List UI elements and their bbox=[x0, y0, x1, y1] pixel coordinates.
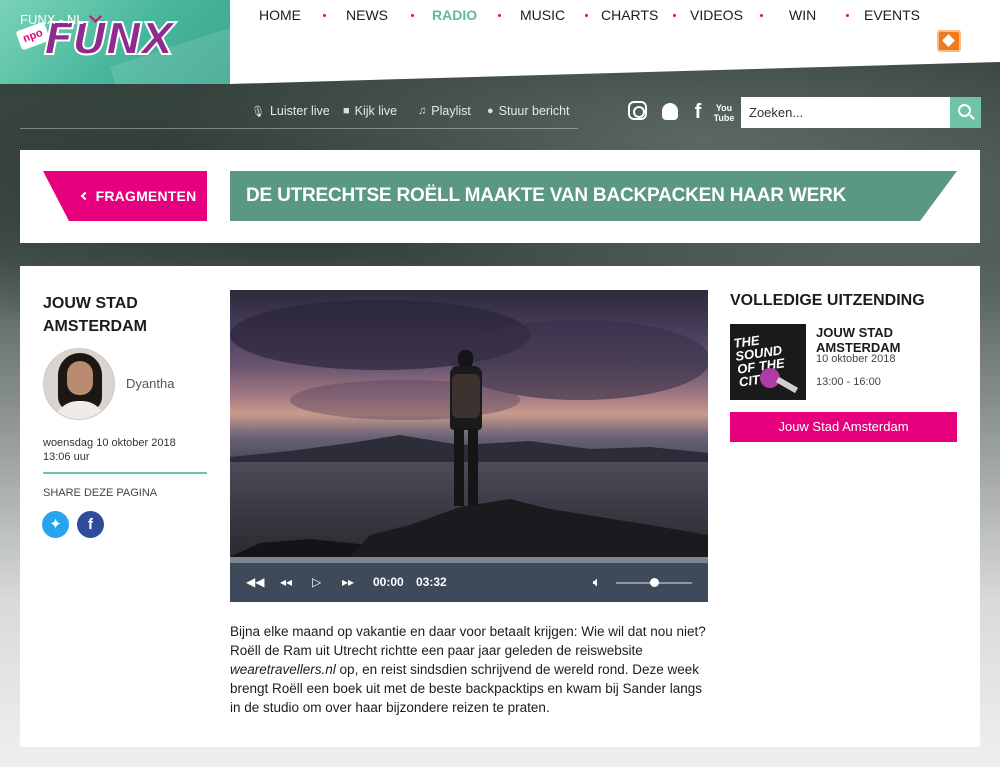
youtube-icon-text-top: You bbox=[715, 103, 733, 113]
npo-start-icon[interactable] bbox=[937, 30, 961, 52]
nav-separator bbox=[846, 0, 849, 30]
nav-separator bbox=[323, 0, 326, 30]
facebook-icon[interactable]: f bbox=[687, 101, 709, 123]
watch-live-label: Kijk live bbox=[354, 104, 398, 118]
nav-events[interactable]: EVENTS bbox=[864, 0, 920, 30]
top-header: npo FUNX HOME NEWS RADIO MUSIC CHARTS VI… bbox=[0, 0, 1000, 84]
publish-date: woensdag 10 oktober 2018 bbox=[43, 437, 176, 449]
nav-videos-label: VIDEOS bbox=[690, 7, 743, 23]
twitter-share-button[interactable]: ✦ bbox=[42, 511, 69, 538]
show-title[interactable]: JOUW STAD AMSTERDAM bbox=[43, 292, 193, 338]
facebook-icon: f bbox=[88, 516, 93, 533]
playlist-label: Playlist bbox=[431, 104, 471, 118]
avatar[interactable] bbox=[43, 348, 115, 420]
content-panel: JOUW STAD AMSTERDAM Dyantha woensdag 10 … bbox=[20, 266, 980, 747]
broadcast-date: 10 oktober 2018 bbox=[816, 353, 896, 365]
duration: 03:32 bbox=[416, 575, 447, 589]
broadcast-thumbnail[interactable]: THE SOUND OF THE CITY bbox=[730, 324, 806, 400]
nav-win[interactable]: WIN bbox=[789, 0, 816, 30]
back-button-label: FRAGMENTEN bbox=[95, 188, 197, 204]
publish-time: 13:06 uur bbox=[43, 451, 90, 463]
nav-separator bbox=[760, 0, 763, 30]
nav-separator bbox=[673, 0, 676, 30]
nav-videos[interactable]: VIDEOS bbox=[690, 0, 743, 30]
broadcast-button[interactable]: Jouw Stad Amsterdam bbox=[730, 412, 957, 442]
play-icon[interactable]: ▷ bbox=[312, 563, 321, 602]
volume-icon[interactable]: 🔈︎ bbox=[593, 563, 600, 602]
page-title-bar: DE UTRECHTSE ROËLL MAAKTE VAN BACKPACKEN… bbox=[230, 171, 957, 221]
nav-news[interactable]: NEWS bbox=[346, 0, 388, 30]
broadcast-show-name[interactable]: JOUW STAD AMSTERDAM bbox=[816, 325, 980, 355]
volume-slider-handle[interactable] bbox=[650, 578, 659, 587]
skip-back-icon[interactable]: ◀◀ bbox=[246, 563, 264, 602]
back-to-fragments-button[interactable]: FRAGMENTEN bbox=[43, 171, 207, 221]
snapchat-icon[interactable] bbox=[659, 101, 681, 123]
publish-datetime: woensdag 10 oktober 2018 13:06 uur bbox=[43, 436, 213, 464]
subbar-underline bbox=[20, 128, 578, 129]
microphone-icon bbox=[760, 368, 780, 388]
listen-live-label: Luister live bbox=[269, 104, 330, 118]
divider bbox=[43, 472, 207, 474]
station-selector[interactable]: FUNX - NL bbox=[20, 12, 84, 27]
chat-icon: ● bbox=[487, 105, 494, 117]
nav-charts[interactable]: CHARTS bbox=[601, 0, 658, 30]
send-message-link[interactable]: ● Stuur bericht bbox=[487, 104, 570, 118]
playlist-link[interactable]: ♫ Playlist bbox=[418, 104, 471, 118]
twitter-icon: ✦ bbox=[49, 516, 62, 533]
article-website-link[interactable]: wearetravellers.nl bbox=[230, 662, 336, 677]
share-label: SHARE DEZE PAGINA bbox=[43, 487, 158, 499]
avatar-face bbox=[67, 361, 93, 395]
nav-win-label: WIN bbox=[789, 7, 817, 23]
camera-icon: ■ bbox=[343, 105, 350, 117]
nav-radio[interactable]: RADIO bbox=[432, 0, 477, 30]
nav-news-label: NEWS bbox=[346, 7, 388, 23]
article-text: Bijna elke maand op vakantie en daar voo… bbox=[230, 624, 706, 658]
listen-live-link[interactable]: 🎙︎ Luister live bbox=[251, 104, 330, 118]
article-body: Bijna elke maand op vakantie en daar voo… bbox=[230, 622, 710, 717]
microphone-icon: 🎙︎ bbox=[251, 105, 265, 118]
rewind-icon[interactable]: ◂◂ bbox=[280, 563, 292, 602]
page-title: DE UTRECHTSE ROËLL MAAKTE VAN BACKPACKEN… bbox=[246, 185, 847, 206]
nav-radio-label: RADIO bbox=[432, 7, 478, 23]
youtube-icon[interactable]: You Tube bbox=[713, 103, 735, 125]
player-controls: ◀◀ ◂◂ ▷ ▸▸ 00:00 03:32 🔈︎ bbox=[230, 563, 708, 602]
youtube-icon-text-bottom: Tube bbox=[713, 113, 735, 123]
nav-music-label: MUSIC bbox=[520, 7, 566, 23]
music-note-icon: ♫ bbox=[418, 105, 427, 117]
nav-separator bbox=[585, 0, 588, 30]
send-message-label: Stuur bericht bbox=[498, 104, 570, 118]
instagram-icon[interactable] bbox=[628, 101, 647, 120]
presenter-name[interactable]: Dyantha bbox=[126, 376, 174, 391]
full-broadcast-heading: VOLLEDIGE UITZENDING bbox=[730, 292, 925, 309]
current-time: 00:00 bbox=[373, 575, 404, 589]
broadcast-time: 13:00 - 16:00 bbox=[816, 376, 881, 388]
facebook-share-button[interactable]: f bbox=[77, 511, 104, 538]
watch-live-link[interactable]: ■ Kijk live bbox=[343, 104, 397, 118]
nav-separator bbox=[498, 0, 501, 30]
title-panel: FRAGMENTEN DE UTRECHTSE ROËLL MAAKTE VAN… bbox=[20, 150, 980, 243]
search-input[interactable] bbox=[741, 97, 950, 128]
video-person bbox=[444, 350, 488, 510]
nav-home-label: HOME bbox=[259, 7, 301, 23]
fast-forward-icon[interactable]: ▸▸ bbox=[342, 563, 354, 602]
nav-music[interactable]: MUSIC bbox=[520, 0, 565, 30]
chevron-left-icon bbox=[80, 191, 89, 201]
nav-home[interactable]: HOME bbox=[259, 0, 301, 30]
nav-separator bbox=[411, 0, 414, 30]
search-button[interactable] bbox=[950, 97, 981, 128]
video-player[interactable]: ◀◀ ◂◂ ▷ ▸▸ 00:00 03:32 🔈︎ bbox=[230, 290, 708, 602]
search-box bbox=[741, 97, 981, 128]
nav-events-label: EVENTS bbox=[864, 7, 921, 23]
nav-charts-label: CHARTS bbox=[601, 7, 659, 23]
